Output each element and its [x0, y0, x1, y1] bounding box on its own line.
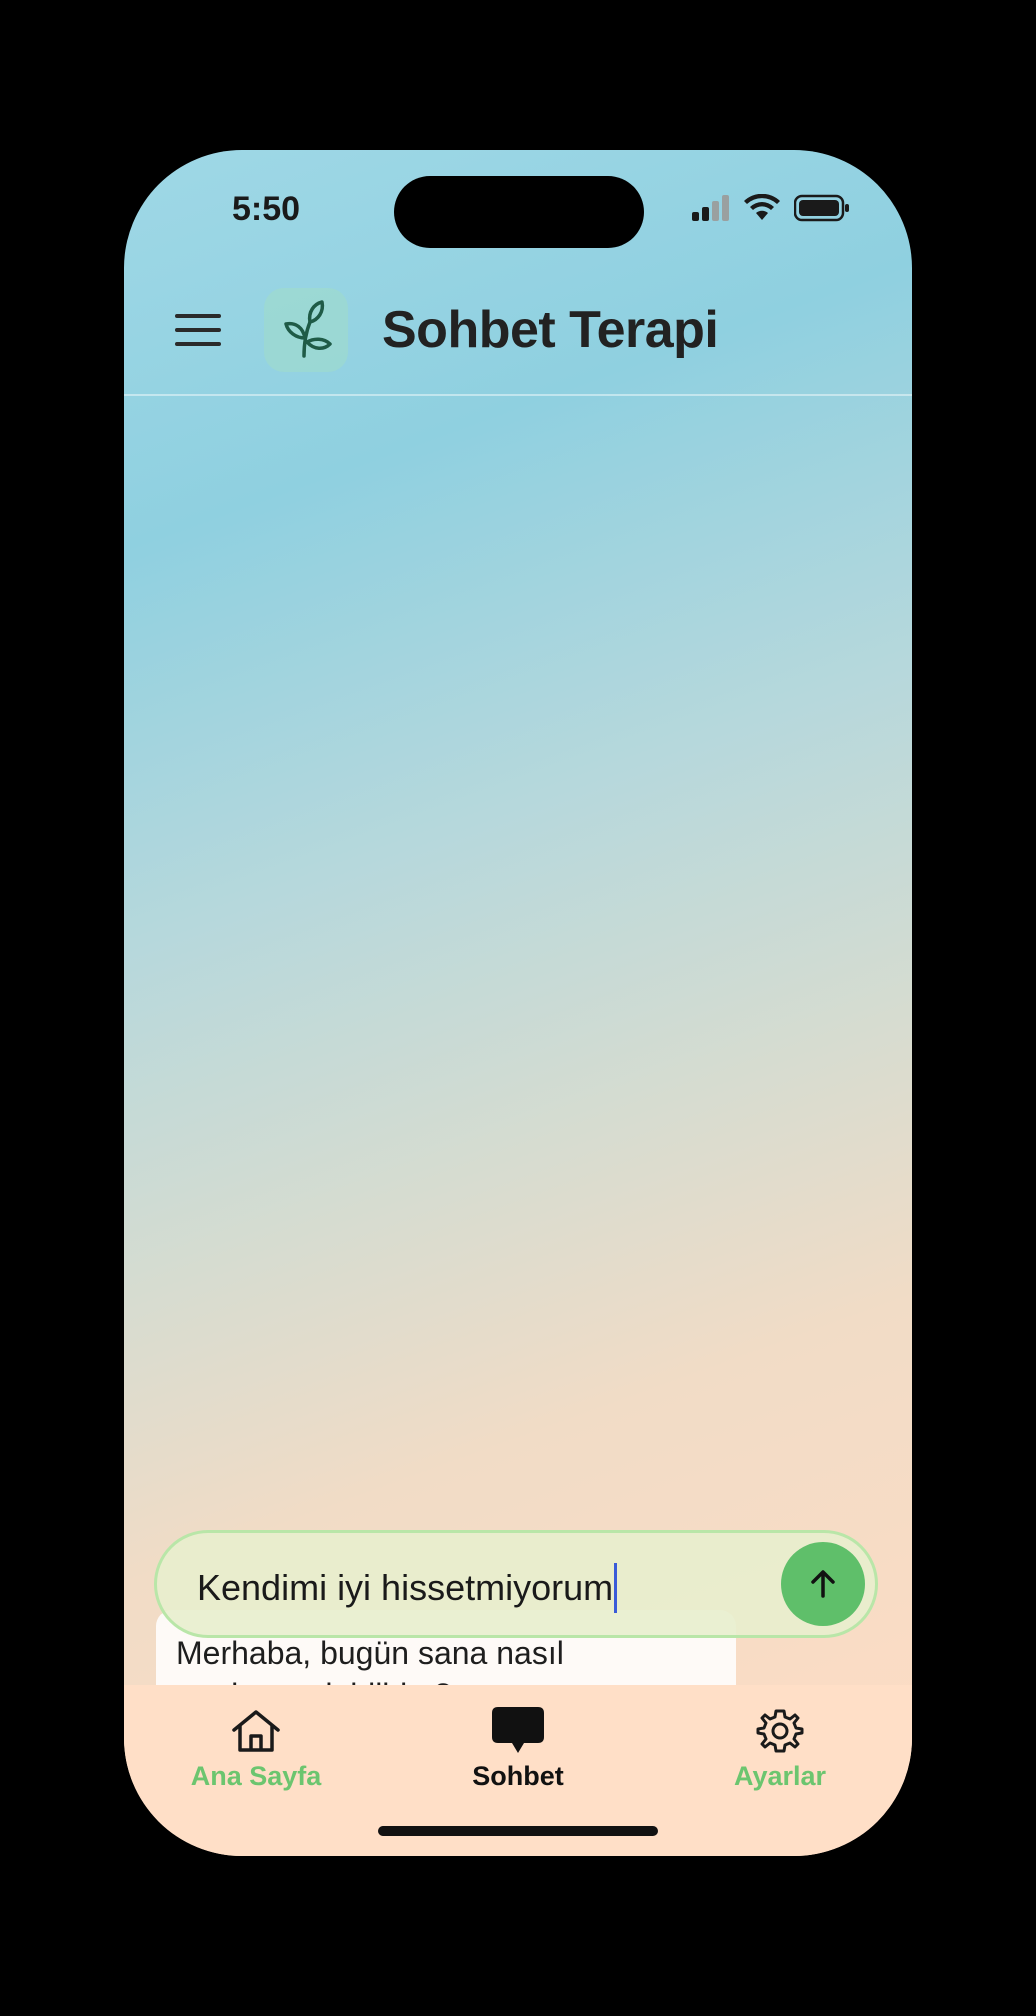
home-indicator: [378, 1826, 658, 1836]
message-input-field[interactable]: Kendimi iyi hissetmiyorum: [154, 1530, 878, 1638]
app-header: Sohbet Terapi: [124, 270, 912, 396]
leaf-sprout-icon: [284, 300, 332, 358]
chat-bubble-icon: [490, 1703, 546, 1759]
text-caret: [614, 1563, 618, 1613]
wifi-icon: [744, 193, 780, 227]
signal-icon: [692, 195, 730, 226]
status-bar: 5:50: [124, 150, 912, 270]
hamburger-menu-button[interactable]: [172, 304, 224, 356]
message-text-line: Merhaba, bugün sana nasıl: [176, 1635, 564, 1671]
arrow-up-icon: [811, 1570, 835, 1598]
message-input-value[interactable]: Kendimi iyi hissetmiyorum: [197, 1563, 618, 1613]
battery-icon: [793, 194, 850, 227]
tab-chat[interactable]: Sohbet: [418, 1703, 618, 1792]
app-title: Sohbet Terapi: [382, 301, 719, 359]
tab-chat-label: Sohbet: [472, 1761, 564, 1791]
send-button[interactable]: [781, 1542, 865, 1626]
tab-settings[interactable]: Ayarlar: [680, 1703, 880, 1792]
tab-home[interactable]: Ana Sayfa: [156, 1703, 356, 1792]
phone-screen: 5:50 Sohbet Terapi Merhaba, bugün sana n…: [124, 150, 912, 1856]
status-time: 5:50: [232, 190, 301, 228]
gear-icon: [756, 1703, 804, 1759]
dynamic-island: [394, 176, 644, 248]
app-logo: [264, 288, 348, 372]
home-icon: [230, 1703, 282, 1759]
status-icons: [692, 193, 850, 227]
chat-area: Merhaba, bugün sana nasıl yardımcı olabi…: [124, 396, 912, 1738]
input-text: Kendimi iyi hissetmiyorum: [197, 1567, 614, 1608]
tab-settings-label: Ayarlar: [733, 1761, 827, 1791]
tab-home-label: Ana Sayfa: [190, 1761, 322, 1791]
hamburger-menu-icon: [175, 314, 221, 346]
